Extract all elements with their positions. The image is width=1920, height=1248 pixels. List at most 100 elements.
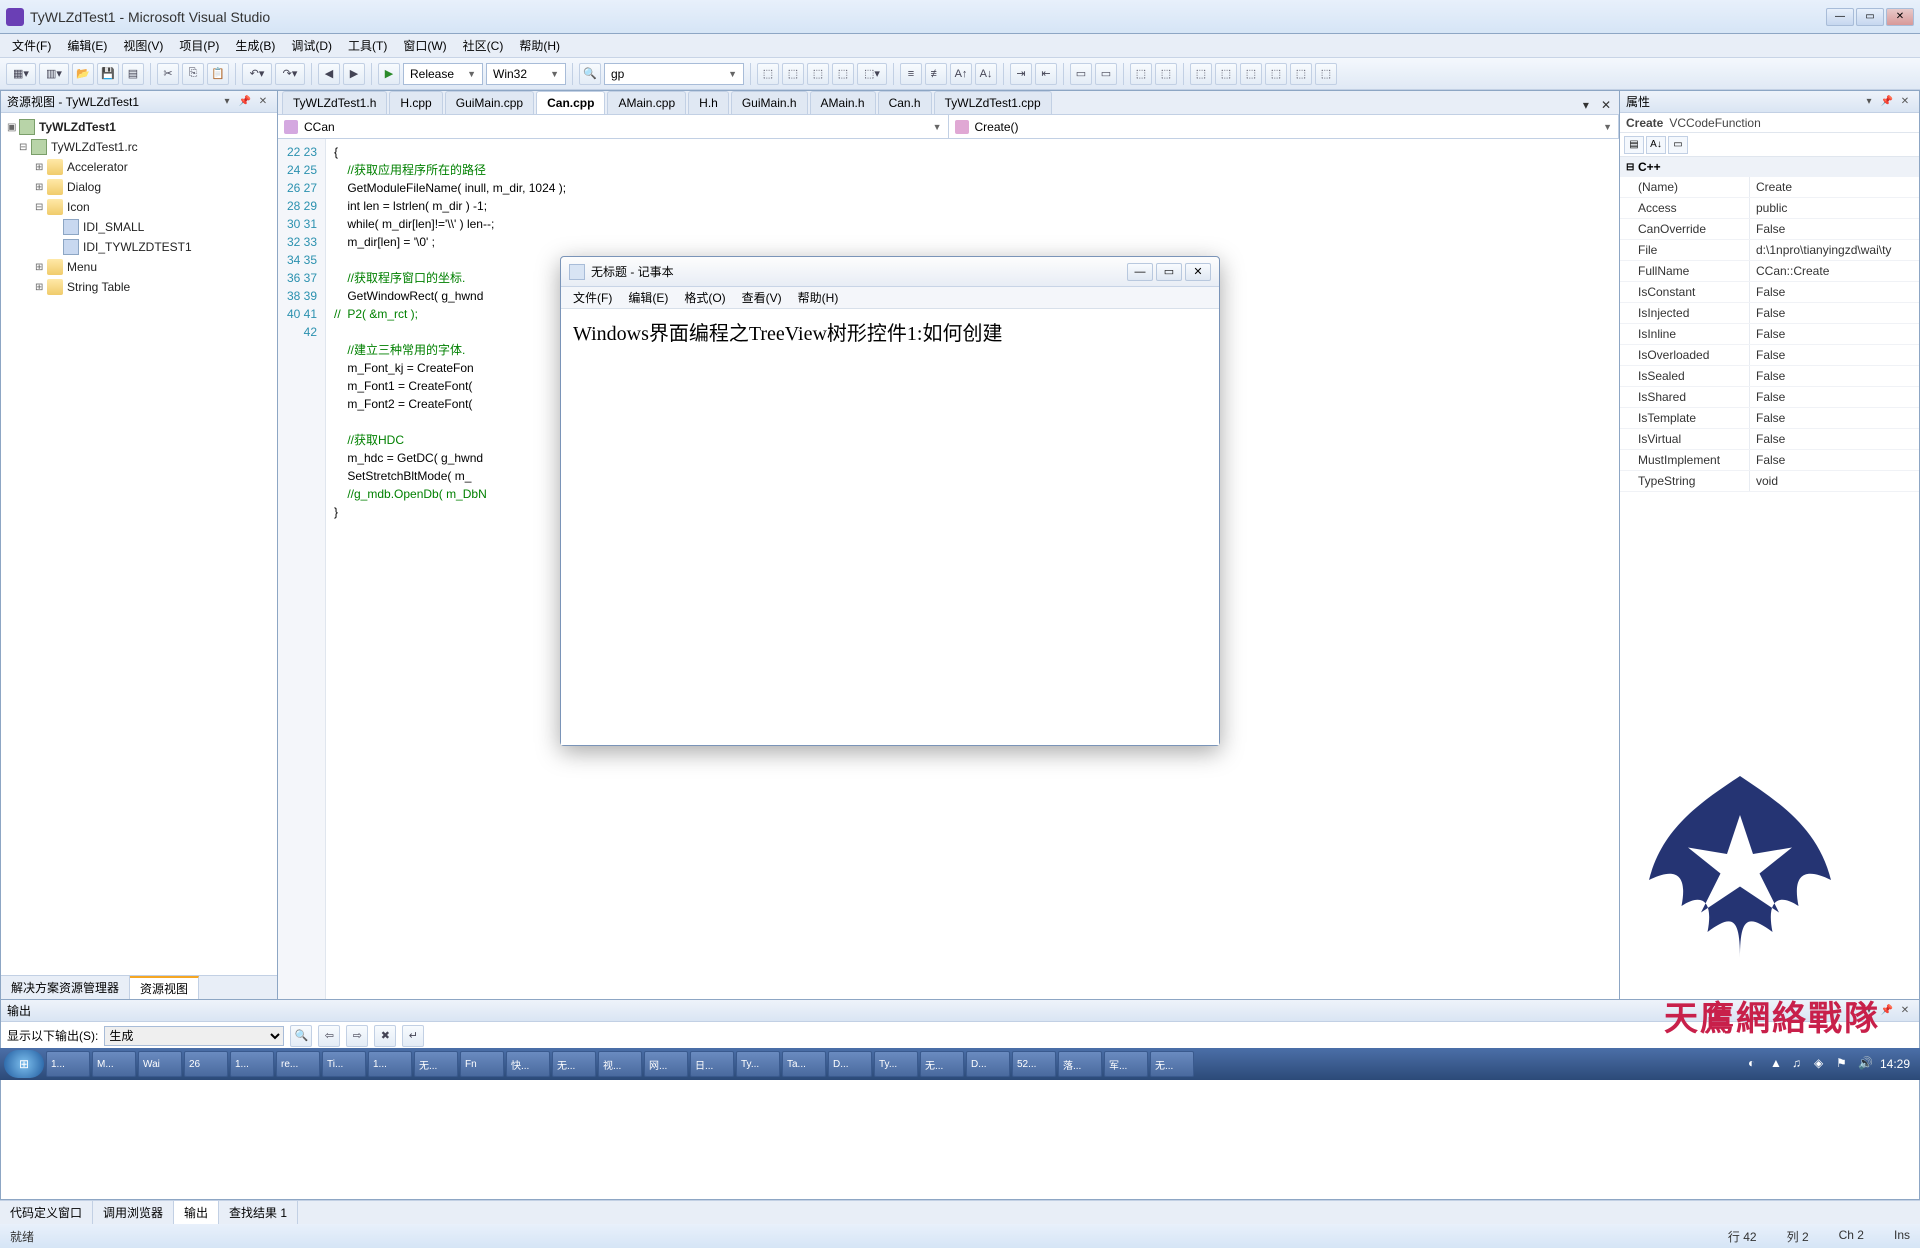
paste-button[interactable]: 📋 (207, 63, 229, 85)
tray-icon[interactable]: ▲ (1770, 1056, 1786, 1072)
start-button[interactable]: ⊞ (4, 1050, 44, 1078)
save-button[interactable]: 💾 (97, 63, 119, 85)
tray-icon[interactable]: ◐ (1748, 1056, 1764, 1072)
tab-solution-explorer[interactable]: 解决方案资源管理器 (1, 976, 130, 999)
bookmark-next[interactable]: ▭ (1095, 63, 1117, 85)
file-tab[interactable]: GuiMain.h (731, 91, 808, 114)
taskbar-item[interactable]: 网... (644, 1051, 688, 1077)
taskbar-item[interactable]: 52... (1012, 1051, 1056, 1077)
file-tab[interactable]: GuiMain.cpp (445, 91, 534, 114)
prop-row[interactable]: (Name)Create (1620, 177, 1919, 198)
output-find-button[interactable]: 🔍 (290, 1025, 312, 1047)
taskbar-item[interactable]: Ty... (736, 1051, 780, 1077)
tb-y5[interactable]: ⬚ (1290, 63, 1312, 85)
file-tab[interactable]: TyWLZdTest1.cpp (934, 91, 1052, 114)
notepad-close-button[interactable]: ✕ (1185, 263, 1211, 281)
tray-clock[interactable]: 14:29 (1880, 1057, 1910, 1071)
notepad-min-button[interactable]: — (1127, 263, 1153, 281)
taskbar-item[interactable]: Ta... (782, 1051, 826, 1077)
bottom-tab[interactable]: 查找结果 1 (219, 1201, 298, 1224)
tab-close-button[interactable]: ✕ (1597, 96, 1615, 114)
bottom-tab[interactable]: 输出 (174, 1201, 219, 1224)
taskbar-item[interactable]: Ti... (322, 1051, 366, 1077)
menu-item[interactable]: 视图(V) (115, 34, 171, 57)
tb-a[interactable]: ⬚ (757, 63, 779, 85)
taskbar-item[interactable]: Fn (460, 1051, 504, 1077)
taskbar-item[interactable]: Wai (138, 1051, 182, 1077)
taskbar-item[interactable]: D... (966, 1051, 1010, 1077)
taskbar-item[interactable]: 1... (230, 1051, 274, 1077)
notepad-menu-item[interactable]: 文件(F) (565, 289, 620, 306)
output-prev-button[interactable]: ⇦ (318, 1025, 340, 1047)
taskbar-item[interactable]: M... (92, 1051, 136, 1077)
notepad-window[interactable]: 无标题 - 记事本 — ▭ ✕ 文件(F)编辑(E)格式(O)查看(V)帮助(H… (560, 256, 1220, 746)
prop-row[interactable]: IsOverloadedFalse (1620, 345, 1919, 366)
prop-row[interactable]: Accesspublic (1620, 198, 1919, 219)
tb-y6[interactable]: ⬚ (1315, 63, 1337, 85)
tab-menu-button[interactable]: ▾ (1579, 96, 1593, 114)
pane-dropdown-button[interactable]: ▾ (219, 95, 235, 109)
taskbar-item[interactable]: 视... (598, 1051, 642, 1077)
prop-row[interactable]: IsConstantFalse (1620, 282, 1919, 303)
minimize-button[interactable]: — (1826, 8, 1854, 26)
notepad-menu-item[interactable]: 编辑(E) (620, 289, 676, 306)
file-tab[interactable]: H.cpp (389, 91, 442, 114)
new-project-button[interactable]: ▦▾ (6, 63, 36, 85)
menu-item[interactable]: 编辑(E) (59, 34, 115, 57)
taskbar-item[interactable]: 军... (1104, 1051, 1148, 1077)
tb-x1[interactable]: ⬚ (1130, 63, 1152, 85)
taskbar-item[interactable]: 无... (920, 1051, 964, 1077)
prop-row[interactable]: CanOverrideFalse (1620, 219, 1919, 240)
tb-y2[interactable]: ⬚ (1215, 63, 1237, 85)
copy-button[interactable]: ⎘ (182, 63, 204, 85)
output-clear-button[interactable]: ✖ (374, 1025, 396, 1047)
undo-button[interactable]: ↶▾ (242, 63, 272, 85)
tray-icon[interactable]: 🔊 (1858, 1056, 1874, 1072)
prop-row[interactable]: FullNameCCan::Create (1620, 261, 1919, 282)
bookmark-button[interactable]: ▭ (1070, 63, 1092, 85)
pane-close-button[interactable]: ✕ (255, 95, 271, 109)
tb-y3[interactable]: ⬚ (1240, 63, 1262, 85)
prop-az-button[interactable]: A↓ (1646, 136, 1666, 154)
prop-row[interactable]: TypeStringvoid (1620, 471, 1919, 492)
cut-button[interactable]: ✂ (157, 63, 179, 85)
tray-icon[interactable]: ◈ (1814, 1056, 1830, 1072)
prop-row[interactable]: IsTemplateFalse (1620, 408, 1919, 429)
prop-row[interactable]: IsSharedFalse (1620, 387, 1919, 408)
menu-item[interactable]: 文件(F) (4, 34, 59, 57)
output-source-select[interactable]: 生成 (104, 1026, 284, 1046)
prop-row[interactable]: IsSealedFalse (1620, 366, 1919, 387)
config-select[interactable]: Release▼ (403, 63, 483, 85)
menu-item[interactable]: 窗口(W) (395, 34, 454, 57)
taskbar-item[interactable]: re... (276, 1051, 320, 1077)
notepad-titlebar[interactable]: 无标题 - 记事本 — ▭ ✕ (561, 257, 1219, 287)
menu-item[interactable]: 工具(T) (340, 34, 395, 57)
file-tab[interactable]: AMain.h (810, 91, 876, 114)
notepad-menu-item[interactable]: 格式(O) (676, 289, 733, 306)
tb-b[interactable]: ⬚ (782, 63, 804, 85)
bottom-tab[interactable]: 调用浏览器 (93, 1201, 174, 1224)
taskbar-item[interactable]: 1... (46, 1051, 90, 1077)
taskbar-item[interactable]: 快... (506, 1051, 550, 1077)
file-tab[interactable]: AMain.cpp (607, 91, 686, 114)
prop-row[interactable]: Filed:\1npro\tianyingzd\wai\ty (1620, 240, 1919, 261)
pane-pin-button[interactable]: 📌 (1879, 95, 1895, 109)
properties-grid[interactable]: ⊟C++ (Name)CreateAccesspublicCanOverride… (1620, 157, 1919, 999)
file-tab[interactable]: TyWLZdTest1.h (282, 91, 387, 114)
add-item-button[interactable]: ▥▾ (39, 63, 69, 85)
prop-row[interactable]: MustImplementFalse (1620, 450, 1919, 471)
find-file-button[interactable]: 🔍 (579, 63, 601, 85)
taskbar-item[interactable]: 26 (184, 1051, 228, 1077)
tb-x2[interactable]: ⬚ (1155, 63, 1177, 85)
increase-font-button[interactable]: A↑ (950, 63, 972, 85)
taskbar-item[interactable]: 无... (414, 1051, 458, 1077)
file-tab[interactable]: Can.h (878, 91, 932, 114)
taskbar-item[interactable]: 日... (690, 1051, 734, 1077)
indent-button[interactable]: ⇥ (1010, 63, 1032, 85)
pane-dropdown-button[interactable]: ▾ (1861, 1004, 1877, 1018)
taskbar-item[interactable]: 落... (1058, 1051, 1102, 1077)
bottom-tab[interactable]: 代码定义窗口 (0, 1201, 93, 1224)
nav-fwd-button[interactable]: ▶ (343, 63, 365, 85)
prop-row[interactable]: IsInjectedFalse (1620, 303, 1919, 324)
pane-pin-button[interactable]: 📌 (1879, 1004, 1895, 1018)
